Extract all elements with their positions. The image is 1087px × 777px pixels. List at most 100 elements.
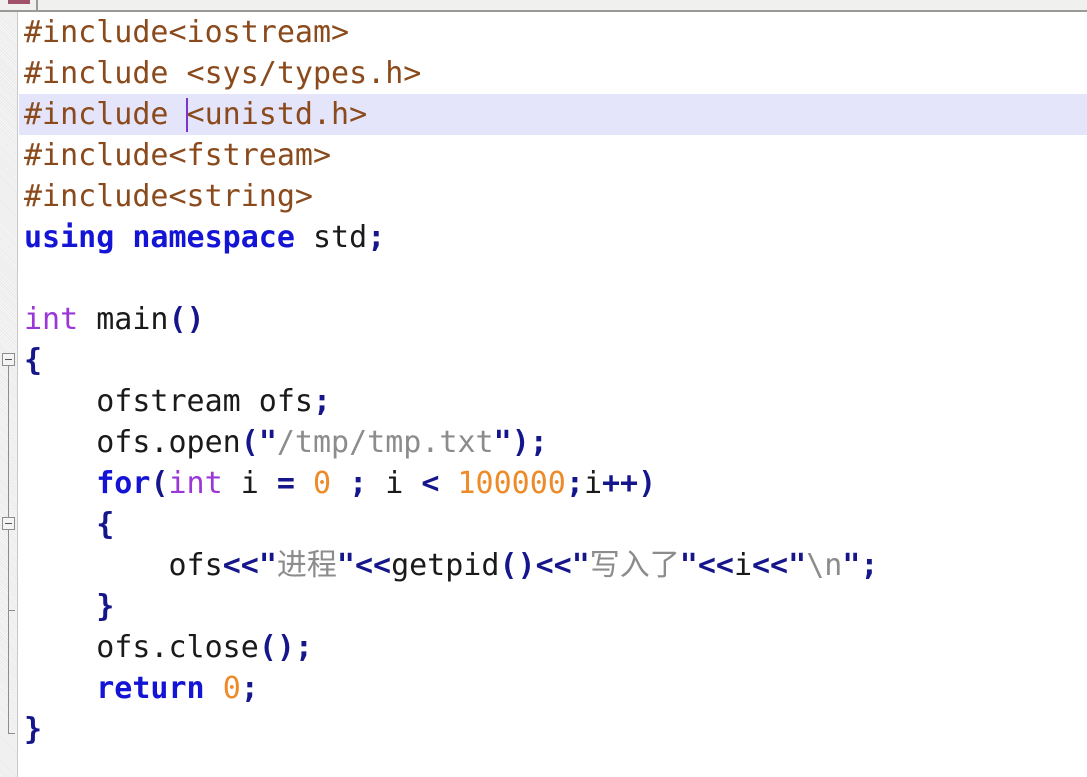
token-strq: " (258, 425, 277, 460)
token-strq: " (679, 548, 698, 583)
code-line-text: #include<fstream> (24, 138, 331, 173)
token-num: 0 (222, 671, 241, 706)
toolbar-separator (36, 0, 38, 10)
code-editor[interactable]: #include<iostream> #include <sys/types.h>… (0, 12, 1087, 777)
token-punct: < (421, 466, 440, 501)
code-area[interactable]: #include<iostream> #include <sys/types.h>… (19, 12, 1087, 777)
token-num: 100000 (457, 466, 566, 501)
token-plain: std (294, 220, 368, 255)
token-punct: ; (860, 548, 879, 583)
token-punct: = (276, 466, 295, 501)
token-punct: ; (240, 671, 259, 706)
code-line[interactable] (19, 258, 1087, 299)
token-cjk: 写入了 (589, 548, 680, 583)
code-line[interactable]: for(int i = 0 ; i < 100000;i++) (19, 463, 1087, 504)
code-line-text: for(int i = 0 ; i < 100000;i++) (24, 466, 656, 501)
code-line[interactable]: } (19, 586, 1087, 627)
token-pre: #include<string> (24, 179, 313, 214)
token-punct: << (222, 548, 259, 583)
code-line[interactable]: ofs<<"进程"<<getpid()<<"写入了"<<i<<"\n"; (19, 545, 1087, 586)
token-punct: ( (150, 466, 169, 501)
token-punct: { (96, 507, 115, 542)
token-punct: (); (258, 630, 313, 665)
token-plain: i (222, 466, 277, 501)
token-strq: " (571, 548, 590, 583)
token-plain: ofs.close (96, 630, 259, 665)
toolbar-strip (0, 0, 1087, 12)
token-plain: ofstream ofs (96, 384, 313, 419)
token-plain: ofs (168, 548, 223, 583)
code-line-text: ofs.close(); (24, 630, 313, 665)
code-line-text: #include<iostream> (24, 15, 349, 50)
token-punct: ( (240, 425, 259, 460)
code-line[interactable]: #include <sys/types.h> (19, 53, 1087, 94)
token-strq: " (493, 425, 512, 460)
code-line-text: } (24, 712, 42, 747)
code-line[interactable]: { (19, 504, 1087, 545)
fold-toggle-minus-icon[interactable] (2, 517, 15, 530)
fold-toggle-minus-icon[interactable] (2, 353, 15, 366)
code-line[interactable]: ofs.open("/tmp/tmp.txt"); (19, 422, 1087, 463)
code-line[interactable]: ofs.close(); (19, 627, 1087, 668)
token-punct: { (24, 343, 43, 378)
token-plain: i (733, 548, 752, 583)
toolbar-icon-fragment[interactable] (8, 0, 30, 4)
code-line[interactable]: { (19, 340, 1087, 381)
token-strq: " (788, 548, 807, 583)
token-str: \n (806, 548, 843, 583)
token-punct: } (24, 712, 43, 747)
code-line-text: #include <sys/types.h> (24, 56, 421, 91)
code-line[interactable]: #include <unistd.h> (19, 94, 1087, 135)
code-line[interactable]: using namespace std; (19, 217, 1087, 258)
token-strq: " (842, 548, 861, 583)
token-punct: ; (349, 466, 368, 501)
code-line[interactable]: return 0; (19, 668, 1087, 709)
code-line-text: { (24, 507, 114, 542)
code-line-text: using namespace std; (24, 220, 385, 255)
fold-connector-line (8, 530, 9, 610)
code-line[interactable]: } (19, 709, 1087, 750)
token-pre: #include<fstream> (24, 138, 332, 173)
token-type: int (24, 302, 79, 337)
fold-end-tick (8, 733, 15, 734)
fold-end-tick (8, 610, 15, 611)
token-punct: << (354, 548, 392, 583)
token-plain: main (78, 302, 169, 337)
code-line-text: ofs<<"进程"<<getpid()<<"写入了"<<i<<"\n"; (24, 548, 879, 583)
token-punct: << (535, 548, 572, 583)
fold-gutter[interactable] (0, 12, 18, 777)
token-punct: ; (565, 466, 584, 501)
token-punct: ); (511, 425, 548, 460)
token-punct: () (499, 548, 536, 583)
token-kw: return (96, 671, 205, 706)
token-punct: ; (313, 384, 332, 419)
token-cjk: 进程 (276, 548, 337, 583)
code-line-text: ofs.open("/tmp/tmp.txt"); (24, 425, 548, 460)
token-num: 0 (313, 466, 332, 501)
code-line-text: return 0; (24, 671, 259, 706)
token-punct: } (96, 589, 115, 624)
token-pre: #include <unistd.h> (24, 97, 368, 132)
code-line[interactable]: int main() (19, 299, 1087, 340)
text-caret (186, 98, 189, 132)
code-line[interactable]: #include<fstream> (19, 135, 1087, 176)
code-line[interactable]: ofstream ofs; (19, 381, 1087, 422)
token-punct: ; (367, 220, 386, 255)
token-pre: #include<iostream> (24, 15, 350, 50)
token-type: int (168, 466, 223, 501)
code-line[interactable]: #include<iostream> (19, 12, 1087, 53)
code-line-text: #include<string> (24, 179, 313, 214)
code-line[interactable]: #include<string> (19, 176, 1087, 217)
code-line-text: #include <unistd.h> (24, 97, 367, 132)
code-line-text: } (24, 589, 114, 624)
token-punct: << (752, 548, 789, 583)
code-line-text: { (24, 343, 42, 378)
